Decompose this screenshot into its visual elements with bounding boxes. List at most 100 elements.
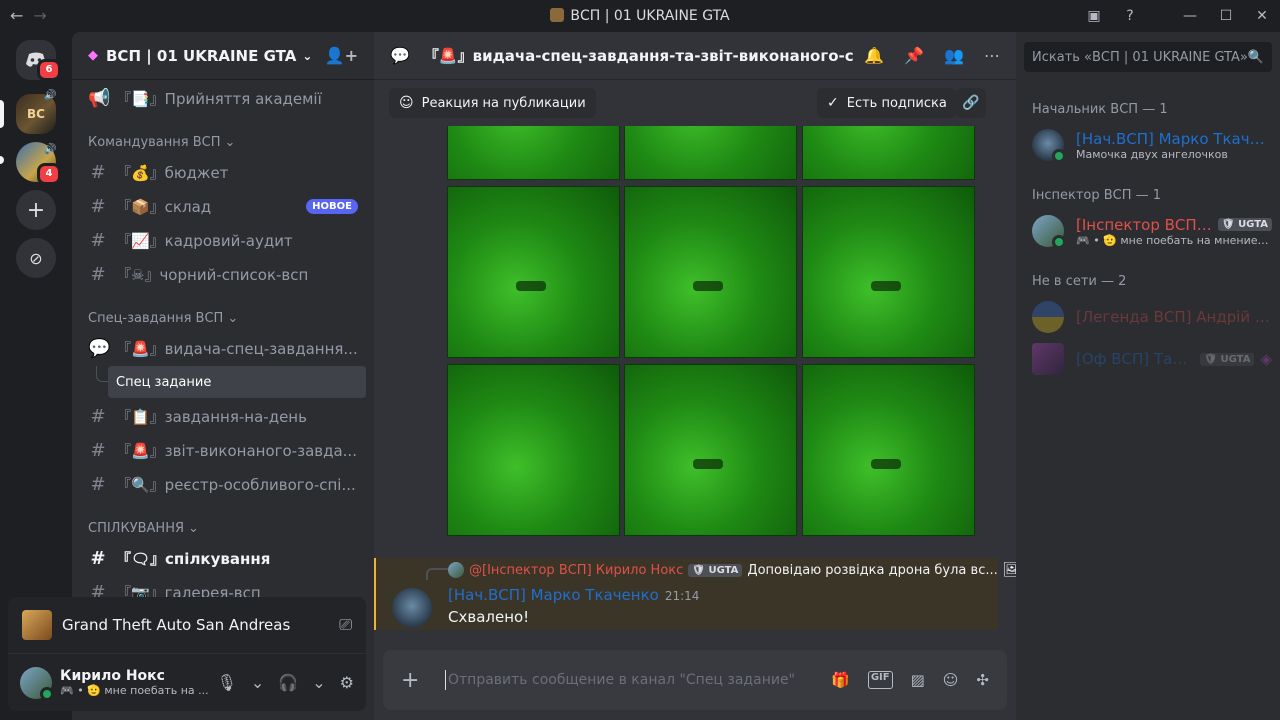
- channel-item[interactable]: # 『☠』чорний-список-всп: [80, 258, 366, 290]
- channel-item[interactable]: # 『💰』бюджет: [80, 156, 366, 188]
- user-info[interactable]: Кирило Нокс 🎮 • 🫡 мне поебать на ...: [60, 668, 209, 697]
- message-input[interactable]: [445, 670, 832, 690]
- gear-icon[interactable]: ⚙: [340, 673, 354, 692]
- emoji-icon[interactable]: ☺: [943, 671, 959, 689]
- message-header: [Нач.ВСП] Марко Ткаченко 21:14: [448, 586, 699, 604]
- smile-icon: ☺: [399, 95, 414, 111]
- category-label: Командування ВСП: [88, 135, 221, 150]
- message-author[interactable]: [Нач.ВСП] Марко Ткаченко: [448, 586, 659, 604]
- channel-item[interactable]: # 『🔍』реєстр-особливого-спі...: [80, 468, 366, 500]
- pin-icon[interactable]: 📌: [904, 46, 924, 65]
- gif-icon[interactable]: GIF: [867, 671, 893, 689]
- online-status-icon: [1052, 149, 1066, 163]
- channel-label: 『🚨』звіт-виконаного-завда...: [116, 441, 357, 460]
- thread-label: Спец задание: [116, 374, 212, 390]
- drone-image[interactable]: [447, 364, 620, 536]
- avatar: [1032, 301, 1064, 333]
- boost-gem-icon: ◆: [88, 48, 98, 63]
- thread-item-spec-zadanie[interactable]: Спец задание: [108, 366, 366, 398]
- members-icon[interactable]: 👥: [944, 46, 964, 65]
- reply-author: @[Інспектор ВСП] Кирило Нокс: [469, 562, 684, 578]
- close-button[interactable]: ✕: [1244, 8, 1280, 24]
- channel-item[interactable]: # 『📋』завдання-на-день: [80, 400, 366, 432]
- member-item[interactable]: [Інспектор ВСП]... 🛡 UGTA 🎮 • 🫡 мне поеба…: [1032, 210, 1272, 252]
- speaker-icon: 🔊: [44, 144, 57, 155]
- user-panel: Кирило Нокс 🎮 • 🫡 мне поебать на ... 🎙 ⌄…: [8, 653, 366, 711]
- drone-image[interactable]: [802, 126, 975, 180]
- title-bar: ← → ВСП | 01 UKRAINE GTA ▣ ? — ☐ ✕: [0, 0, 1280, 32]
- guild-tag: 🛡 UGTA: [688, 563, 743, 577]
- subscription-label: Есть подписка: [846, 95, 947, 111]
- drone-image[interactable]: [447, 126, 620, 180]
- gift-icon[interactable]: 🎁: [831, 671, 850, 689]
- apps-icon[interactable]: ✣: [976, 671, 989, 689]
- copy-link-button[interactable]: 🔗: [956, 88, 986, 118]
- avatar: [1032, 129, 1066, 163]
- channel-item-unread[interactable]: # 『🗨』спілкування: [80, 542, 366, 574]
- locked-hash-icon: #: [90, 439, 106, 461]
- member-item-offline[interactable]: [Легенда ВСП] Андрій Б...: [1032, 296, 1272, 338]
- message-mention[interactable]: @[Інспектор ВСП] Кирило Нокс 🛡 UGTA Допо…: [374, 558, 1021, 630]
- channel-item[interactable]: 📢 『📑』Прийняття академії: [80, 82, 366, 114]
- add-server-button[interactable]: +: [16, 190, 56, 230]
- headphones-icon[interactable]: 🎧: [278, 673, 298, 692]
- message-text: Схвалено!: [448, 608, 530, 626]
- inbox-icon[interactable]: ▣: [1076, 8, 1112, 24]
- channel-item[interactable]: # 『📈』кадровий-аудит: [80, 224, 366, 256]
- drone-image[interactable]: [802, 186, 975, 358]
- more-icon[interactable]: ⋯: [984, 46, 1000, 65]
- avatar[interactable]: [20, 666, 54, 701]
- drone-image[interactable]: [624, 126, 797, 180]
- reaction-button[interactable]: ☺ Реакция на публикации: [389, 88, 596, 118]
- subscription-button[interactable]: ✓ Есть подписка: [817, 88, 957, 118]
- composer-actions: 🎁 GIF ▨ ☺ ✣: [831, 671, 989, 689]
- chevron-down-icon[interactable]: ⌄: [251, 673, 264, 692]
- member-name: [Нач.ВСП] Марко Ткаченко: [1076, 129, 1272, 148]
- maximize-button[interactable]: ☐: [1208, 8, 1244, 24]
- channel-label: 『🚨』видача-спец-завдання...: [116, 339, 358, 358]
- discord-window: ← → ВСП | 01 UKRAINE GTA ▣ ? — ☐ ✕ 6 BC …: [0, 0, 1280, 720]
- link-icon: 🔗: [962, 95, 980, 111]
- drone-image[interactable]: [624, 364, 797, 536]
- explore-servers-button[interactable]: ⊘: [16, 238, 56, 278]
- channel-label: 『📈』кадровий-аудит: [116, 231, 293, 250]
- locked-hash-icon: #: [90, 229, 106, 251]
- member-group-header: Інспектор ВСП — 1: [1032, 188, 1162, 203]
- minimize-button[interactable]: —: [1172, 8, 1208, 24]
- member-item[interactable]: [Нач.ВСП] Марко Ткаченко Мамочка двух ан…: [1032, 124, 1272, 166]
- plus-icon[interactable]: +: [401, 668, 427, 693]
- category-header[interactable]: Командування ВСП ⌄: [88, 135, 235, 150]
- thread-connector: [96, 366, 108, 382]
- post-toolbar: ☺ Реакция на публикации ✓ Есть подписка …: [389, 88, 986, 118]
- microphone-icon[interactable]: 🎙: [217, 673, 237, 692]
- bell-icon[interactable]: 🔔: [864, 46, 884, 65]
- sticker-icon[interactable]: ▨: [911, 671, 925, 689]
- server-name: ВСП | 01 UKRAINE GTA: [106, 46, 297, 65]
- member-name: [Інспектор ВСП]...: [1076, 215, 1212, 234]
- channel-item[interactable]: 💬 『🚨』видача-спец-завдання...: [80, 332, 366, 364]
- drone-image[interactable]: [624, 186, 797, 358]
- channel-label: 『💰』бюджет: [116, 163, 229, 182]
- window-title-text: ВСП | 01 UKRAINE GTA: [570, 8, 730, 24]
- channel-label: 『🔍』реєстр-особливого-спі...: [116, 475, 356, 494]
- speaker-icon: 🔊: [44, 90, 57, 101]
- invite-people-icon[interactable]: 👤+: [325, 46, 358, 65]
- server-unread-badge: 4: [37, 163, 61, 185]
- category-header[interactable]: Спец-завдання ВСП ⌄: [88, 311, 238, 326]
- screen-share-icon[interactable]: ⎚: [339, 615, 352, 635]
- member-item-offline[interactable]: [Оф ВСП] Тай... 🛡 UGTA ◈: [1032, 338, 1272, 380]
- server-header[interactable]: ◆ ВСП | 01 UKRAINE GTA ⌄ 👤+: [72, 32, 374, 80]
- avatar[interactable]: [392, 588, 432, 628]
- member-status: 🎮 • 🫡 мне поебать на мнение л...: [1076, 233, 1272, 247]
- channel-item[interactable]: # 『🚨』звіт-виконаного-завда...: [80, 434, 366, 466]
- category-header[interactable]: СПІЛКУВАННЯ ⌄: [88, 521, 199, 536]
- drone-image[interactable]: [802, 364, 975, 536]
- reply-preview[interactable]: @[Інспектор ВСП] Кирило Нокс 🛡 UGTA Допо…: [448, 562, 1021, 578]
- search-input[interactable]: Искать «ВСП | 01 UKRAINE GTA» 🔍: [1024, 42, 1272, 72]
- help-icon[interactable]: ?: [1112, 8, 1148, 24]
- channel-item[interactable]: # 『📦』склад НОВОЕ: [80, 190, 366, 222]
- activity-panel[interactable]: Grand Theft Auto San Andreas ⎚: [8, 597, 366, 653]
- chevron-down-icon[interactable]: ⌄: [312, 673, 325, 692]
- channel-label: 『☠』чорний-список-всп: [116, 265, 309, 284]
- drone-image[interactable]: [447, 186, 620, 358]
